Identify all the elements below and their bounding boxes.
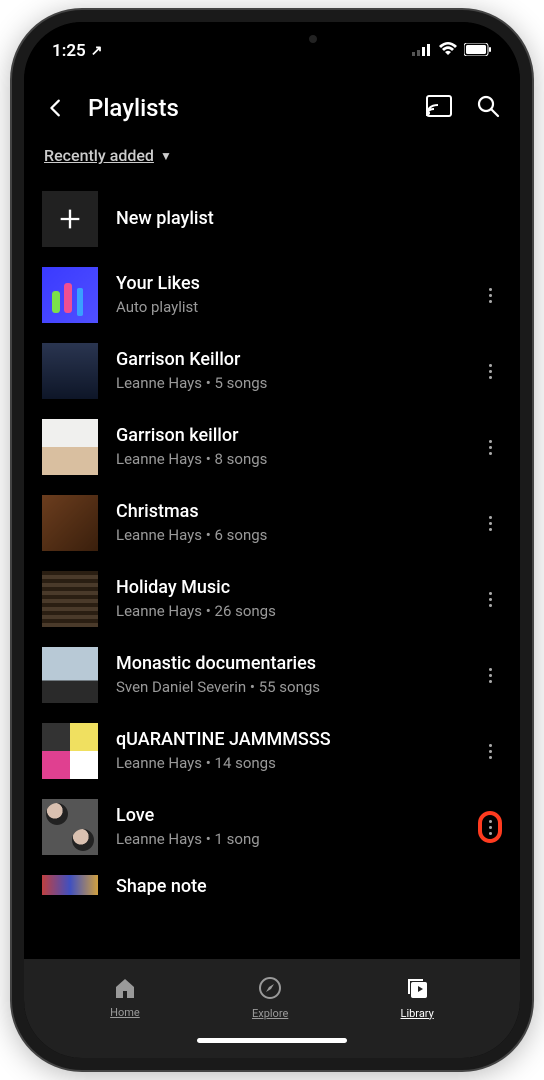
playlist-subtitle: Auto playlist bbox=[116, 297, 460, 318]
chevron-down-icon: ▼ bbox=[160, 149, 172, 163]
playlist-thumb bbox=[42, 419, 98, 475]
nav-home[interactable]: Home bbox=[110, 977, 140, 1019]
sort-label: Recently added bbox=[44, 146, 154, 165]
playlist-row[interactable]: Monastic documentaries Sven Daniel Sever… bbox=[42, 637, 502, 713]
back-button[interactable] bbox=[44, 96, 68, 120]
playlist-thumb bbox=[42, 267, 98, 323]
playlist-row[interactable]: Shape note bbox=[42, 865, 502, 895]
playlist-row[interactable]: Your Likes Auto playlist bbox=[42, 257, 502, 333]
page-title: Playlists bbox=[88, 94, 410, 122]
bottom-nav: Home Explore Library bbox=[24, 958, 520, 1030]
cast-icon[interactable] bbox=[426, 95, 452, 121]
playlist-row[interactable]: qUARANTINE JAMMMSSS Leanne Hays • 14 son… bbox=[42, 713, 502, 789]
playlist-row[interactable]: Christmas Leanne Hays • 6 songs bbox=[42, 485, 502, 561]
more-button[interactable] bbox=[478, 355, 502, 387]
nav-library[interactable]: Library bbox=[401, 976, 434, 1020]
playlist-row[interactable]: Love Leanne Hays • 1 song bbox=[42, 789, 502, 865]
new-playlist-row[interactable]: New playlist bbox=[42, 181, 502, 257]
playlist-subtitle: Leanne Hays • 8 songs bbox=[116, 449, 460, 470]
playlist-title: Holiday Music bbox=[116, 576, 460, 599]
playlist-title: Christmas bbox=[116, 500, 460, 523]
plus-icon bbox=[42, 191, 98, 247]
playlist-row[interactable]: Garrison Keillor Leanne Hays • 5 songs bbox=[42, 333, 502, 409]
more-button[interactable] bbox=[478, 279, 502, 311]
app-header: Playlists bbox=[24, 70, 520, 138]
playlist-thumb bbox=[42, 723, 98, 779]
playlist-thumb bbox=[42, 571, 98, 627]
playlist-title: Garrison Keillor bbox=[116, 348, 460, 371]
new-playlist-label: New playlist bbox=[116, 207, 502, 230]
home-indicator[interactable] bbox=[197, 1038, 347, 1043]
playlist-subtitle: Leanne Hays • 6 songs bbox=[116, 525, 460, 546]
playlist-row[interactable]: Garrison keillor Leanne Hays • 8 songs bbox=[42, 409, 502, 485]
library-icon bbox=[405, 976, 429, 1004]
home-icon bbox=[113, 977, 137, 1003]
playlist-list: New playlist Your Likes Auto playlist Ga… bbox=[24, 181, 520, 958]
status-time: 1:25 bbox=[52, 41, 86, 61]
playlist-title: Garrison keillor bbox=[116, 424, 460, 447]
playlist-thumb bbox=[42, 647, 98, 703]
more-button[interactable] bbox=[478, 583, 502, 615]
playlist-thumb bbox=[42, 495, 98, 551]
playlist-title: Your Likes bbox=[116, 272, 460, 295]
phone-frame: 1:25 ↗ Playlists bbox=[12, 10, 532, 1070]
sort-selector[interactable]: Recently added ▼ bbox=[24, 138, 520, 181]
playlist-subtitle: Leanne Hays • 1 song bbox=[116, 829, 460, 850]
wifi-icon bbox=[438, 41, 458, 61]
battery-icon bbox=[464, 41, 492, 61]
playlist-title: Love bbox=[116, 804, 460, 827]
playlist-thumb bbox=[42, 343, 98, 399]
playlist-title: Shape note bbox=[116, 875, 502, 895]
nav-explore[interactable]: Explore bbox=[252, 976, 288, 1020]
cellular-icon bbox=[412, 41, 432, 61]
playlist-subtitle: Sven Daniel Severin • 55 songs bbox=[116, 677, 460, 698]
more-button[interactable] bbox=[478, 431, 502, 463]
more-button[interactable] bbox=[478, 735, 502, 767]
playlist-thumb bbox=[42, 875, 98, 895]
playlist-subtitle: Leanne Hays • 14 songs bbox=[116, 753, 460, 774]
more-button-highlighted[interactable] bbox=[478, 811, 502, 843]
playlist-thumb bbox=[42, 799, 98, 855]
more-button[interactable] bbox=[478, 507, 502, 539]
playlist-title: Monastic documentaries bbox=[116, 652, 460, 675]
notch bbox=[172, 22, 372, 54]
playlist-subtitle: Leanne Hays • 26 songs bbox=[116, 601, 460, 622]
playlist-title: qUARANTINE JAMMMSSS bbox=[116, 728, 460, 751]
playlist-subtitle: Leanne Hays • 5 songs bbox=[116, 373, 460, 394]
home-indicator-area bbox=[24, 1030, 520, 1058]
playlist-row[interactable]: Holiday Music Leanne Hays • 26 songs bbox=[42, 561, 502, 637]
compass-icon bbox=[258, 976, 282, 1004]
more-button[interactable] bbox=[478, 659, 502, 691]
location-icon: ↗ bbox=[91, 43, 103, 59]
search-icon[interactable] bbox=[476, 94, 500, 122]
